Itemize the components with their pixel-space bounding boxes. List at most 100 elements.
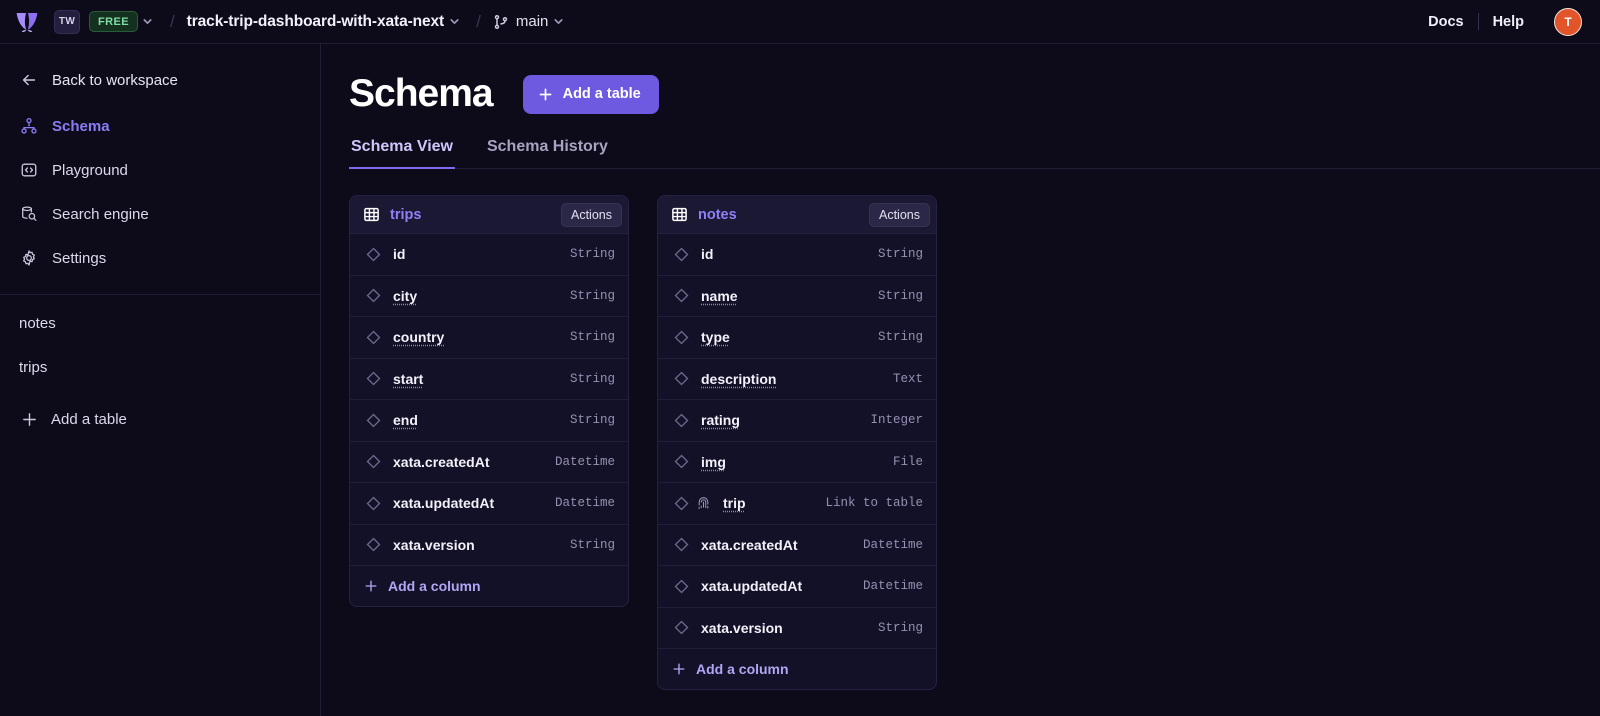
- column-name[interactable]: description: [701, 371, 776, 387]
- column-diamond-icon: [363, 537, 383, 552]
- column-type: String: [877, 247, 923, 262]
- column-type: String: [569, 371, 615, 386]
- git-branch-icon: [493, 14, 509, 30]
- table-card: trips Actions id String city String country Str…: [349, 195, 629, 607]
- sidebar-item-label-settings: Settings: [52, 249, 107, 267]
- link-to-table-icon: [693, 496, 713, 511]
- page-header: Schema Add a table: [349, 72, 1600, 116]
- add-column-button[interactable]: Add a column: [658, 649, 936, 689]
- column-diamond-icon: [671, 413, 691, 428]
- column-type: Datetime: [554, 454, 615, 469]
- column-name[interactable]: trip: [723, 495, 746, 511]
- page-title: Schema: [349, 72, 494, 115]
- sidebar-divider: [0, 294, 320, 295]
- workspace-badge[interactable]: TW: [54, 9, 80, 34]
- schema-column-row[interactable]: rating Integer: [658, 400, 936, 442]
- sidebar-item-search-engine[interactable]: Search engine: [0, 192, 320, 236]
- project-chevron-down-icon[interactable]: [444, 12, 464, 32]
- add-column-button[interactable]: Add a column: [350, 566, 628, 606]
- schema-column-row[interactable]: img File: [658, 442, 936, 483]
- column-diamond-icon: [671, 288, 691, 303]
- column-diamond-icon: [671, 579, 691, 594]
- sidebar-item-playground[interactable]: Playground: [0, 148, 320, 192]
- column-name[interactable]: name: [701, 288, 738, 304]
- column-diamond-icon: [671, 371, 691, 386]
- column-type: String: [877, 330, 923, 345]
- tab-schema-view[interactable]: Schema View: [349, 138, 455, 169]
- docs-link[interactable]: Docs: [1414, 14, 1477, 30]
- column-diamond-icon: [363, 371, 383, 386]
- plan-badge-free: FREE: [89, 11, 138, 32]
- sidebar-add-table-button[interactable]: Add a table: [0, 395, 320, 443]
- table-grid-icon: [363, 206, 380, 223]
- schema-table-cards: trips Actions id String city String country Str…: [349, 169, 1600, 690]
- help-link[interactable]: Help: [1479, 14, 1538, 30]
- plus-icon: [671, 661, 687, 677]
- schema-column-row[interactable]: xata.version String: [658, 608, 936, 649]
- schema-column-row[interactable]: end String: [350, 400, 628, 442]
- schema-column-row[interactable]: xata.createdAt Datetime: [350, 442, 628, 483]
- plus-icon: [537, 86, 554, 103]
- column-type: String: [569, 537, 615, 552]
- workspace-chevron-down-icon[interactable]: [138, 12, 158, 32]
- table-card-title[interactable]: notes: [698, 207, 737, 223]
- column-diamond-icon: [363, 454, 383, 469]
- schema-column-row[interactable]: xata.updatedAt Datetime: [350, 483, 628, 525]
- schema-column-row[interactable]: trip Link to table: [658, 483, 936, 525]
- column-diamond-icon: [671, 247, 691, 262]
- schema-column-row[interactable]: start String: [350, 359, 628, 400]
- table-card-title[interactable]: trips: [390, 207, 421, 223]
- column-name[interactable]: type: [701, 329, 730, 345]
- database-search-icon: [19, 204, 39, 224]
- column-diamond-icon: [363, 496, 383, 511]
- add-column-label: Add a column: [388, 578, 481, 594]
- column-type: File: [892, 454, 923, 469]
- sidebar-table-notes[interactable]: notes: [0, 301, 320, 345]
- table-actions-button[interactable]: Actions: [869, 202, 930, 227]
- column-diamond-icon: [363, 247, 383, 262]
- column-diamond-icon: [363, 288, 383, 303]
- schema-column-row[interactable]: xata.createdAt Datetime: [658, 525, 936, 566]
- schema-column-row[interactable]: id String: [350, 234, 628, 276]
- schema-column-row[interactable]: city String: [350, 276, 628, 317]
- schema-column-row[interactable]: name String: [658, 276, 936, 317]
- schema-column-row[interactable]: type String: [658, 317, 936, 359]
- add-table-button-label: Add a table: [562, 86, 641, 102]
- add-table-button[interactable]: Add a table: [522, 74, 659, 114]
- schema-column-row[interactable]: country String: [350, 317, 628, 359]
- column-name[interactable]: rating: [701, 412, 740, 428]
- column-diamond-icon: [671, 454, 691, 469]
- schema-column-row[interactable]: description Text: [658, 359, 936, 400]
- column-name: xata.createdAt: [701, 536, 798, 553]
- avatar[interactable]: T: [1554, 7, 1582, 36]
- breadcrumb-separator-2: /: [476, 11, 481, 31]
- column-type: String: [569, 413, 615, 428]
- column-name[interactable]: city: [393, 288, 417, 304]
- column-name[interactable]: img: [701, 454, 726, 470]
- schema-column-row[interactable]: xata.version String: [350, 525, 628, 566]
- schema-column-row[interactable]: id String: [658, 234, 936, 276]
- schema-column-row[interactable]: xata.updatedAt Datetime: [658, 566, 936, 608]
- column-name[interactable]: start: [393, 371, 423, 387]
- app-shell: Back to workspace Schema Playground Sear…: [0, 44, 1600, 716]
- tab-schema-history[interactable]: Schema History: [485, 138, 610, 169]
- table-actions-button[interactable]: Actions: [561, 202, 622, 227]
- code-brackets-icon: [19, 160, 39, 180]
- sidebar-table-trips[interactable]: trips: [0, 345, 320, 389]
- sidebar-item-schema[interactable]: Schema: [0, 104, 320, 148]
- column-type: Datetime: [862, 579, 923, 594]
- column-name[interactable]: country: [393, 329, 444, 345]
- branch-chevron-down-icon[interactable]: [548, 12, 568, 32]
- sidebar-item-settings[interactable]: Settings: [0, 236, 320, 280]
- column-name: xata.updatedAt: [393, 495, 495, 512]
- project-name[interactable]: track-trip-dashboard-with-xata-next: [187, 13, 445, 31]
- sidebar-back-to-workspace[interactable]: Back to workspace: [0, 58, 320, 102]
- column-diamond-icon: [671, 330, 691, 345]
- column-name[interactable]: end: [393, 412, 418, 428]
- branch-name[interactable]: main: [516, 13, 549, 30]
- topbar-right-group: Docs Help T: [1414, 7, 1582, 36]
- sidebar-item-label-schema: Schema: [52, 117, 110, 135]
- column-diamond-icon: [671, 620, 691, 635]
- xata-butterfly-logo-icon[interactable]: [10, 5, 44, 39]
- sidebar-add-table-label: Add a table: [51, 410, 127, 428]
